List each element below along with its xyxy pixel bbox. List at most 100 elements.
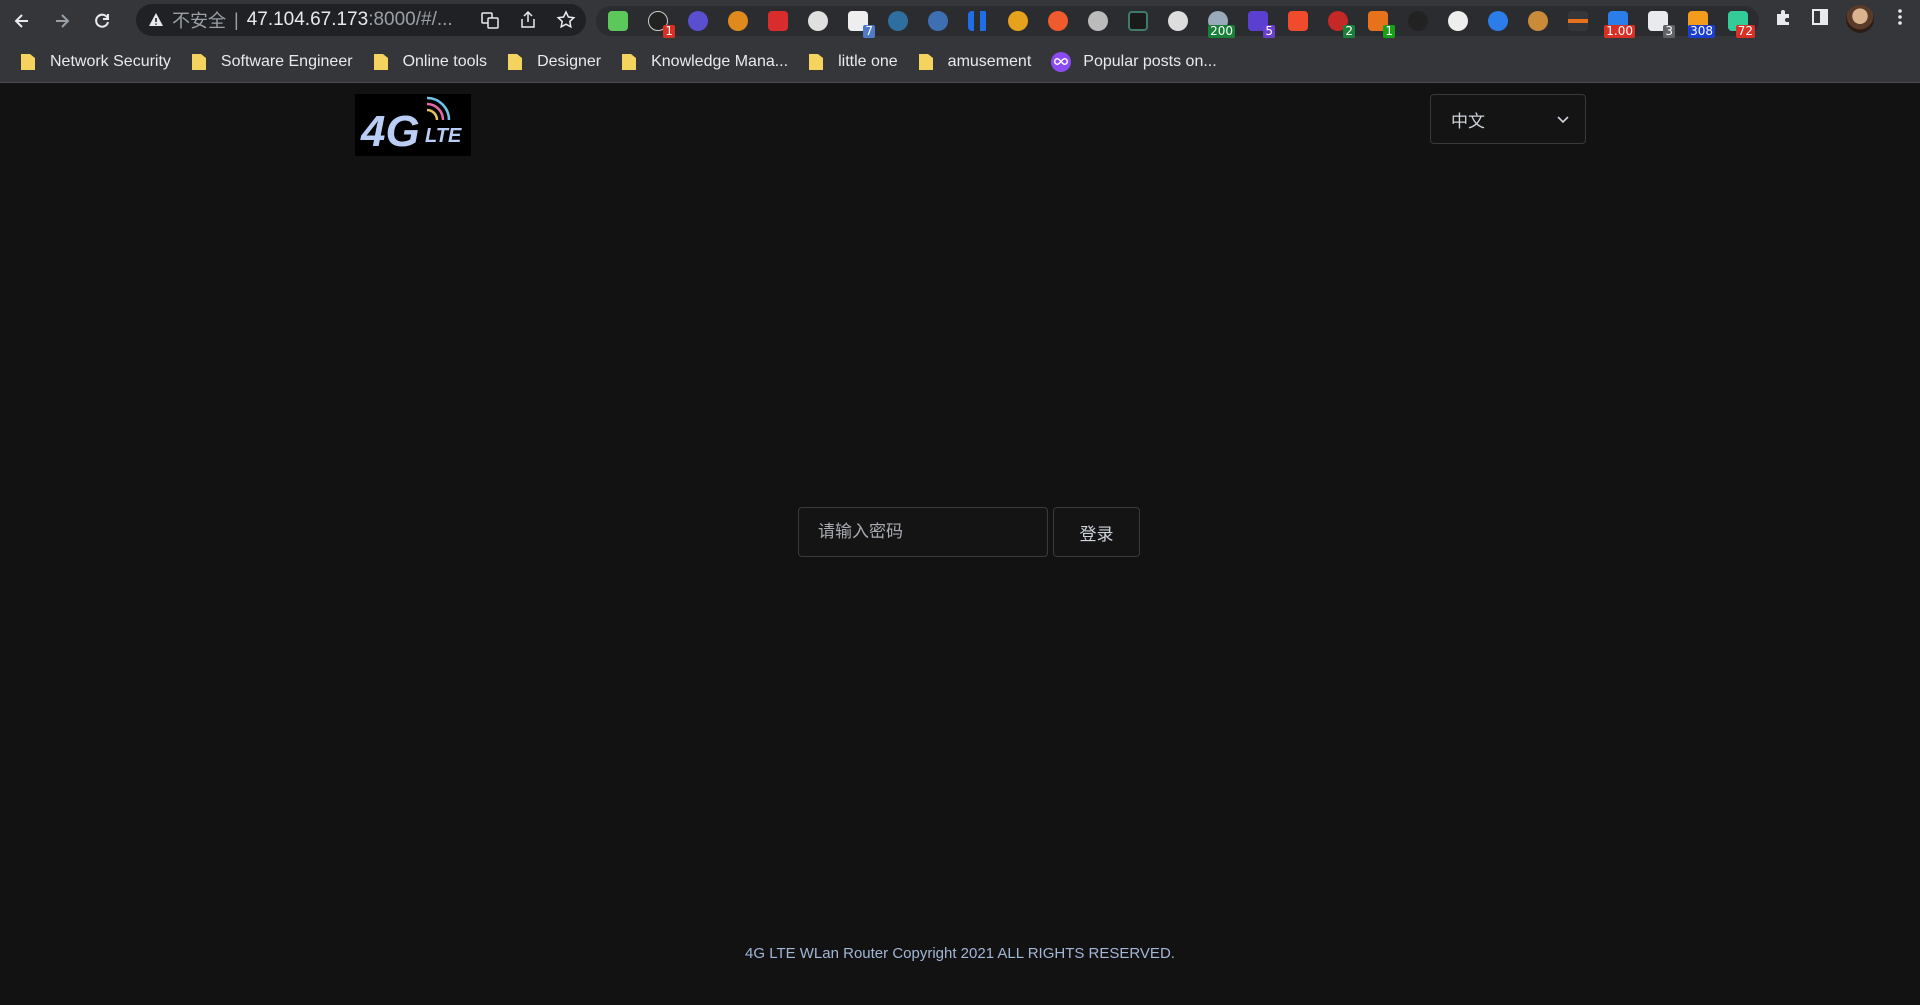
arrow-right-icon xyxy=(56,13,70,28)
bookmark-amusement[interactable]: amusement xyxy=(912,47,1042,77)
skull-icon xyxy=(1447,11,1468,31)
login-button[interactable]: 登录 xyxy=(1053,507,1140,557)
extension-button[interactable] xyxy=(1522,6,1553,36)
extension-button[interactable]: 5 xyxy=(1242,6,1275,38)
extension-button[interactable] xyxy=(922,6,953,36)
infinity-icon xyxy=(1051,51,1072,72)
extension-button[interactable]: 200 xyxy=(1202,6,1235,38)
extension-icon xyxy=(1007,11,1028,31)
folder-icon xyxy=(21,53,35,70)
browser-right-controls xyxy=(1774,5,1910,33)
extension-badge: 200 xyxy=(1208,24,1235,38)
extension-badge: 1 xyxy=(1383,24,1395,38)
extension-button[interactable] xyxy=(1482,6,1513,36)
folder-icon xyxy=(918,53,933,70)
side-panel-icon xyxy=(1812,8,1828,25)
extension-button[interactable] xyxy=(802,6,833,36)
language-select[interactable]: 中文 xyxy=(1430,94,1586,144)
extension-button[interactable] xyxy=(1402,6,1433,36)
svg-text:4G: 4G xyxy=(360,107,420,156)
insecure-label: 不安全 xyxy=(172,11,226,32)
mask-icon xyxy=(1487,11,1508,31)
arrow-left-icon xyxy=(14,13,28,28)
extension-button[interactable]: 1 xyxy=(642,6,675,38)
extension-button[interactable] xyxy=(882,6,913,36)
extension-badge: 1 xyxy=(663,24,675,38)
folder-icon xyxy=(809,53,824,70)
bookmark-software-engineer[interactable]: Software Engineer xyxy=(185,47,363,77)
extension-badge: 5 xyxy=(1263,24,1275,38)
bookmark-little-one[interactable]: little one xyxy=(802,47,908,77)
arrow-icon xyxy=(1047,11,1068,31)
bookmark-network-security[interactable]: Network Security xyxy=(14,47,181,77)
bookmark-online-tools[interactable]: Online tools xyxy=(367,47,498,77)
share-icon xyxy=(521,10,535,28)
ip-icon xyxy=(1167,11,1188,31)
side-panel-button[interactable] xyxy=(1810,7,1830,32)
gear-icon xyxy=(1087,11,1108,31)
extension-button[interactable] xyxy=(1282,6,1313,36)
moon-icon xyxy=(727,11,748,31)
extension-button[interactable]: 7 xyxy=(842,6,875,38)
extension-button[interactable]: 3 xyxy=(1642,6,1675,38)
chevron-down-icon xyxy=(1557,116,1569,124)
bookmark-label: Online tools xyxy=(402,52,488,70)
translate-icon xyxy=(481,12,499,29)
svg-text:LTE: LTE xyxy=(425,125,462,147)
extension-badge: 308 xyxy=(1688,24,1715,38)
browser-menu-button[interactable] xyxy=(1890,7,1910,32)
router-login-page: 4G LTE 中文 登录 4G LTE WLan Router Copyrigh… xyxy=(0,84,1920,1005)
bookmark-label: Network Security xyxy=(50,52,171,70)
extension-button[interactable]: 1.00 xyxy=(1602,6,1635,38)
extension-button[interactable] xyxy=(762,6,793,36)
address-bar[interactable]: 不安全 | 47.104.67.173 :8000/#/... xyxy=(136,4,586,36)
extension-button[interactable] xyxy=(602,6,633,36)
extension-button[interactable] xyxy=(1082,6,1113,36)
reload-button[interactable] xyxy=(84,3,120,39)
4g-lte-logo: 4G LTE xyxy=(355,94,471,156)
extension-button[interactable] xyxy=(1162,6,1193,36)
extension-button[interactable] xyxy=(1442,6,1473,36)
flag-icon xyxy=(767,11,788,31)
extension-button[interactable]: 1 xyxy=(1362,6,1395,38)
address-actions xyxy=(478,8,578,32)
bookmark-label: amusement xyxy=(947,52,1032,70)
bookmarks-bar: Network Security Software Engineer Onlin… xyxy=(0,41,1920,83)
profile-avatar[interactable] xyxy=(1846,5,1874,33)
extensions-menu-button[interactable] xyxy=(1774,7,1794,32)
extensions-bar: 1 7 200 5 2 1 1.00 3 308 72 xyxy=(596,6,1759,38)
puzzle-icon xyxy=(1777,9,1789,25)
extension-button[interactable]: 2 xyxy=(1322,6,1355,38)
back-button[interactable] xyxy=(4,3,40,39)
extension-button[interactable] xyxy=(1122,6,1153,36)
bookmark-knowledge-management[interactable]: Knowledge Mana... xyxy=(615,47,798,77)
extension-button[interactable] xyxy=(1002,6,1033,36)
extension-button[interactable]: 308 xyxy=(1682,6,1715,38)
bookmark-label: little one xyxy=(838,52,898,70)
address-separator: | xyxy=(234,9,239,30)
hat-icon xyxy=(1407,11,1428,31)
warning-icon xyxy=(149,13,163,26)
bookmark-designer[interactable]: Designer xyxy=(501,47,611,77)
bookmark-star-button[interactable] xyxy=(554,8,578,32)
extension-button[interactable] xyxy=(1042,6,1073,36)
share-button[interactable] xyxy=(516,8,540,32)
extension-button[interactable] xyxy=(722,6,753,36)
folder-icon xyxy=(622,53,637,70)
forward-button[interactable] xyxy=(44,3,80,39)
password-input[interactable] xyxy=(798,507,1048,557)
translate-button[interactable] xyxy=(478,8,502,32)
extension-badge: 3 xyxy=(1663,24,1675,38)
folder-icon xyxy=(191,53,206,70)
logo-graphic: 4G LTE xyxy=(360,96,462,156)
extension-button[interactable] xyxy=(682,6,713,36)
bookmark-popular-posts[interactable]: Popular posts on... xyxy=(1045,47,1226,77)
arrow-right-icon xyxy=(1567,11,1588,31)
address-path: :8000/#/... xyxy=(368,9,453,30)
login-form: 登录 xyxy=(798,507,1140,557)
extension-button[interactable] xyxy=(1562,6,1593,36)
extension-button[interactable] xyxy=(962,6,993,36)
bookmark-label: Software Engineer xyxy=(220,52,353,70)
moon-icon xyxy=(687,11,708,31)
extension-button[interactable]: 72 xyxy=(1722,6,1755,38)
